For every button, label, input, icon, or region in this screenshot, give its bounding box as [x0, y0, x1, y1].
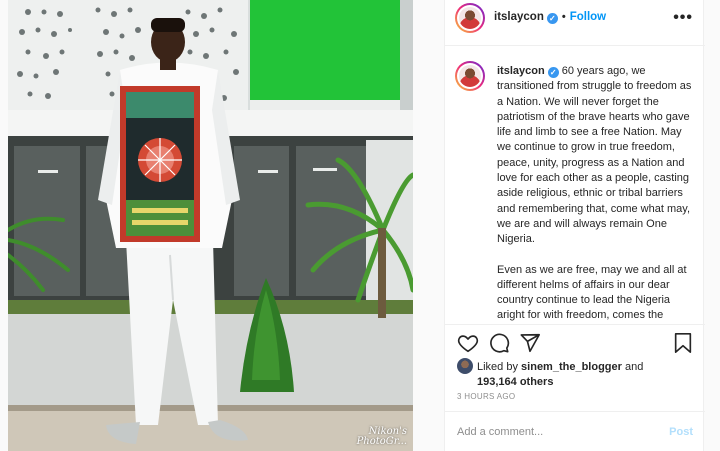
instagram-post-view: Nikon's PhotoGr... itslaycon ✓ • Follow •••… [0, 0, 720, 451]
post-photo[interactable]: Nikon's PhotoGr... [8, 0, 413, 451]
separator-dot: • [561, 11, 566, 23]
bookmark-icon[interactable] [673, 332, 693, 354]
liker-avatar[interactable] [457, 358, 473, 374]
heart-icon[interactable] [457, 332, 479, 354]
author-line: itslaycon ✓ • Follow [494, 11, 606, 24]
caption-paragraph: 60 years ago, we transitioned from strug… [497, 65, 692, 246]
caption-scroll-area[interactable]: itslaycon ✓ 60 years ago, we transitioned… [445, 47, 705, 325]
verified-badge-icon: ✓ [546, 13, 558, 24]
author-username-link[interactable]: itslaycon [494, 11, 544, 23]
comment-box: Add a comment... Post [445, 411, 705, 451]
post-details-panel: itslaycon ✓ • Follow ••• itslaycon ✓ 60 year… [444, 0, 705, 451]
action-bar [445, 326, 705, 360]
more-options-icon[interactable]: ••• [673, 9, 693, 27]
author-avatar[interactable] [455, 3, 485, 33]
follow-button[interactable]: Follow [570, 11, 606, 23]
post-caption: itslaycon ✓ 60 years ago, we transitioned… [497, 64, 697, 324]
comment-icon[interactable] [488, 332, 510, 354]
comment-input[interactable]: Add a comment... [457, 426, 543, 438]
post-timestamp[interactable]: 3 HOURS AGO [457, 392, 515, 401]
share-icon[interactable] [519, 332, 541, 354]
caption-paragraph: Even as we are free, may we and all at d… [497, 263, 687, 322]
caption-author-avatar[interactable] [455, 61, 485, 91]
likes-count-link[interactable]: 193,164 others [477, 376, 553, 388]
post-header: itslaycon ✓ • Follow ••• [445, 0, 705, 46]
likes-summary: Liked by sinem_the_blogger and 193,164 o… [457, 358, 697, 390]
photo-watermark: Nikon's PhotoGr... [356, 426, 407, 447]
verified-badge-icon: ✓ [547, 67, 559, 78]
liker-username-link[interactable]: sinem_the_blogger [521, 361, 622, 373]
caption-username-link[interactable]: itslaycon [497, 65, 545, 77]
photo-illustration [8, 0, 413, 451]
post-comment-button[interactable]: Post [669, 426, 693, 438]
